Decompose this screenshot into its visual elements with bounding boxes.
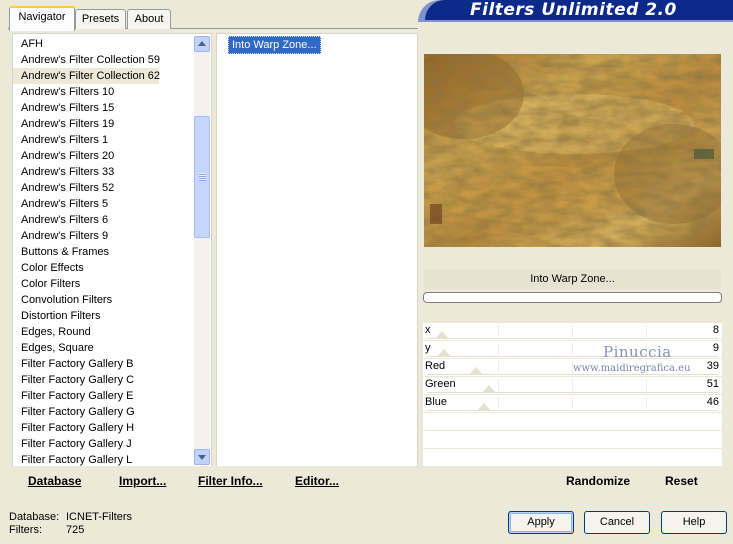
category-item[interactable]: Andrew's Filters 33: [13, 164, 193, 180]
category-item[interactable]: Andrew's Filters 9: [13, 228, 193, 244]
banner-title: Filters Unlimited 2.0: [470, 0, 677, 20]
right-button-bar: Randomize Reset: [423, 466, 722, 494]
category-item[interactable]: Andrew's Filters 19: [13, 116, 193, 132]
param-value: 46: [706, 396, 719, 408]
tab-navigator[interactable]: Navigator: [9, 6, 75, 31]
slider-thumb[interactable]: [436, 349, 451, 357]
slider-tick: [572, 343, 573, 355]
category-item[interactable]: Convolution Filters: [13, 292, 193, 308]
slider-thumb[interactable]: [435, 331, 450, 339]
slider-track: [427, 356, 718, 357]
status-database-label: Database:: [9, 511, 60, 523]
scroll-thumb[interactable]: [194, 116, 210, 238]
param-value: 39: [706, 360, 719, 372]
param-label: y: [425, 342, 431, 354]
chevron-up-icon: [198, 41, 206, 46]
watermark-site: www.maidiregrafica.eu: [573, 363, 691, 374]
scroll-down-button[interactable]: [194, 449, 210, 465]
param-green-slider[interactable]: Green 51: [423, 377, 722, 395]
slider-tick: [498, 397, 499, 409]
slider-tick: [498, 361, 499, 373]
category-items: AFH Andrew's Filter Collection 59 Andrew's…: [13, 34, 193, 467]
slider-tick: [498, 379, 499, 391]
reset-button[interactable]: Reset: [665, 473, 698, 489]
slider-tick: [572, 325, 573, 337]
status-filters-label: Filters:: [9, 524, 42, 536]
slider-thumb[interactable]: [482, 385, 497, 393]
preview-label: Into Warp Zone...: [424, 269, 721, 289]
slider-tick: [572, 397, 573, 409]
category-item[interactable]: Filter Factory Gallery H: [13, 420, 193, 436]
apply-button[interactable]: Apply: [508, 511, 574, 534]
slider-track: [427, 410, 718, 411]
cancel-button[interactable]: Cancel: [584, 511, 650, 534]
status-filters-value: 725: [66, 524, 85, 536]
category-item[interactable]: Andrew's Filters 5: [13, 196, 193, 212]
database-button[interactable]: Database: [28, 473, 81, 489]
param-empty-row: [423, 431, 722, 449]
category-item[interactable]: Andrew's Filter Collection 62: [13, 68, 160, 84]
category-item[interactable]: Andrew's Filters 10: [13, 84, 193, 100]
slider-tick: [498, 343, 499, 355]
category-item[interactable]: Edges, Square: [13, 340, 193, 356]
param-x-slider[interactable]: x 8: [423, 323, 722, 341]
slider-tick: [646, 325, 647, 337]
tab-about[interactable]: About: [127, 9, 171, 29]
scroll-up-button[interactable]: [194, 36, 210, 52]
slider-tick: [498, 325, 499, 337]
category-item[interactable]: Andrew's Filters 20: [13, 148, 193, 164]
category-item[interactable]: Buttons & Frames: [13, 244, 193, 260]
param-value: 51: [706, 378, 719, 390]
category-item[interactable]: Distortion Filters: [13, 308, 193, 324]
param-label: Green: [425, 378, 456, 390]
grip-icon: [199, 173, 206, 181]
category-list[interactable]: AFH Andrew's Filter Collection 59 Andrew's…: [12, 33, 212, 468]
help-button[interactable]: Help: [661, 511, 727, 534]
category-item[interactable]: Filter Factory Gallery E: [13, 388, 193, 404]
param-label: Blue: [425, 396, 448, 408]
category-item[interactable]: Edges, Round: [13, 324, 193, 340]
import-button[interactable]: Import...: [119, 473, 166, 489]
filter-list[interactable]: Into Warp Zone...: [216, 33, 418, 468]
chevron-down-icon: [198, 455, 206, 460]
editor-button[interactable]: Editor...: [295, 473, 339, 489]
randomize-button[interactable]: Randomize: [566, 473, 630, 489]
filter-item-selected[interactable]: Into Warp Zone...: [228, 36, 321, 54]
slider-tick: [646, 379, 647, 391]
slider-track: [427, 392, 718, 393]
slider-thumb[interactable]: [469, 367, 484, 375]
watermark-name: Pinuccia: [603, 343, 672, 361]
param-empty-row: [423, 413, 722, 431]
category-scrollbar[interactable]: [194, 36, 210, 465]
slider-track: [427, 338, 718, 339]
tab-presets[interactable]: Presets: [75, 9, 126, 29]
status-database-value: ICNET-Filters: [66, 511, 132, 523]
preview-image: [424, 54, 721, 247]
category-item[interactable]: Filter Factory Gallery G: [13, 404, 193, 420]
progress-bar: [423, 292, 722, 303]
category-item[interactable]: Andrew's Filters 52: [13, 180, 193, 196]
param-value: 8: [712, 324, 719, 336]
category-item[interactable]: AFH: [13, 36, 193, 52]
param-empty-row: [423, 449, 722, 467]
param-label: x: [425, 324, 431, 336]
param-y-slider[interactable]: y 9: [423, 341, 722, 359]
param-value: 9: [712, 342, 719, 354]
category-item[interactable]: Andrew's Filters 15: [13, 100, 193, 116]
slider-tick: [646, 397, 647, 409]
left-button-bar: Database Import... Filter Info... Editor…: [12, 466, 417, 494]
category-item[interactable]: Color Effects: [13, 260, 193, 276]
category-item[interactable]: Filter Factory Gallery B: [13, 356, 193, 372]
filter-info-button[interactable]: Filter Info...: [198, 473, 263, 489]
slider-tick: [572, 379, 573, 391]
param-blue-slider[interactable]: Blue 46: [423, 395, 722, 413]
category-item[interactable]: Andrew's Filters 1: [13, 132, 193, 148]
category-item[interactable]: Filter Factory Gallery C: [13, 372, 193, 388]
category-item[interactable]: Color Filters: [13, 276, 193, 292]
category-item[interactable]: Andrew's Filter Collection 59: [13, 52, 193, 68]
category-item[interactable]: Andrew's Filters 6: [13, 212, 193, 228]
category-item[interactable]: Filter Factory Gallery J: [13, 436, 193, 452]
slider-thumb[interactable]: [476, 403, 491, 411]
param-label: Red: [425, 360, 446, 372]
